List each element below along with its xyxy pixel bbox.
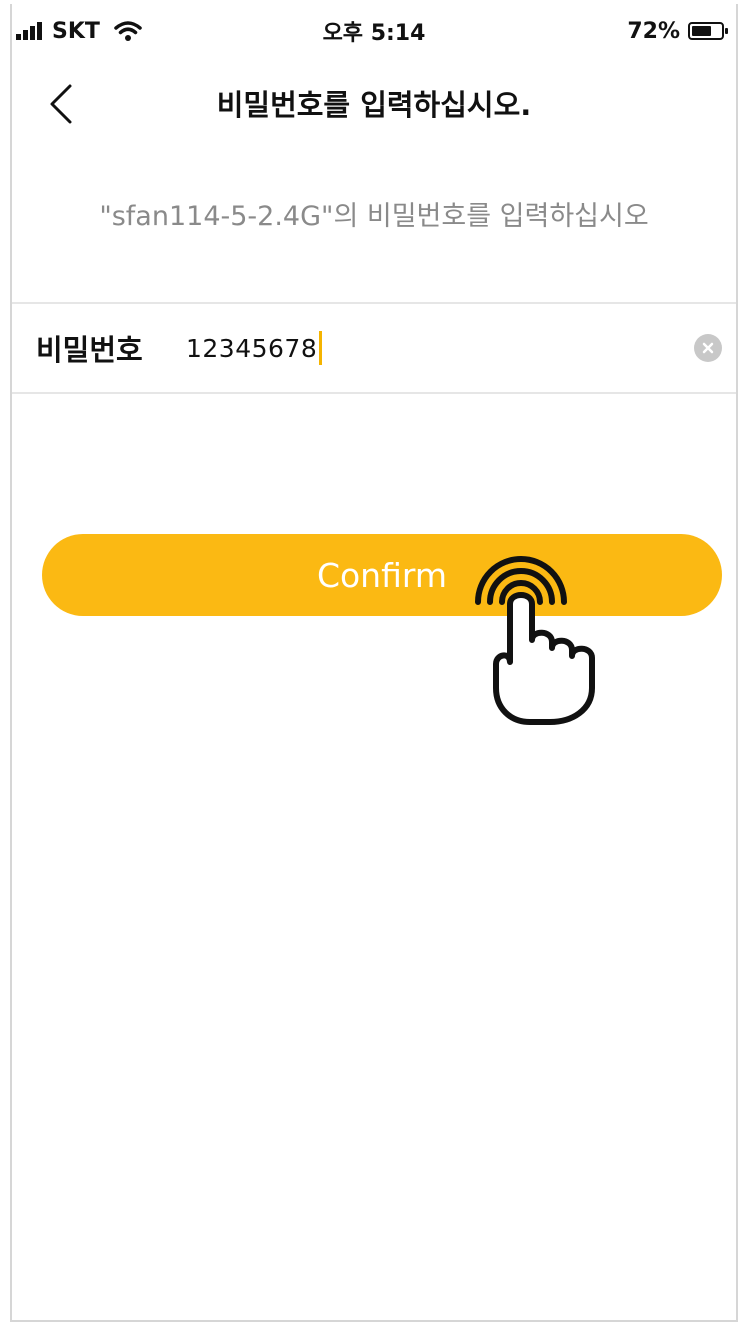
status-bar-left: SKT: [16, 19, 142, 44]
app-screen: SKT 오후 5:14 72% 비밀번호를 입력하십시오. "sfan114-5…: [10, 4, 738, 1322]
battery-icon: [688, 22, 728, 40]
password-value: 12345678: [186, 333, 318, 363]
page-title: 비밀번호를 입력하십시오.: [216, 88, 532, 122]
clear-button[interactable]: [694, 334, 722, 362]
clear-circle-icon: [702, 342, 714, 354]
status-bar: SKT 오후 5:14 72%: [12, 4, 736, 58]
back-button[interactable]: [38, 76, 82, 132]
wifi-icon: [114, 21, 142, 41]
chevron-left-icon: [50, 84, 72, 124]
password-label: 비밀번호: [36, 333, 143, 367]
signal-bars-icon: [16, 22, 42, 40]
status-bar-right: 72%: [627, 18, 728, 44]
password-field-row: 비밀번호 12345678: [12, 302, 736, 394]
confirm-label: Confirm: [316, 555, 448, 595]
battery-percent: 72%: [627, 18, 680, 44]
network-password-prompt: "sfan114-5-2.4G"의 비밀번호를 입력하십시오: [99, 201, 649, 232]
password-input[interactable]: 12345678: [186, 331, 323, 365]
carrier-name: SKT: [52, 18, 100, 44]
text-caret: [319, 331, 323, 365]
navigation-bar: 비밀번호를 입력하십시오.: [12, 58, 736, 148]
tap-hand-icon: [475, 556, 595, 725]
